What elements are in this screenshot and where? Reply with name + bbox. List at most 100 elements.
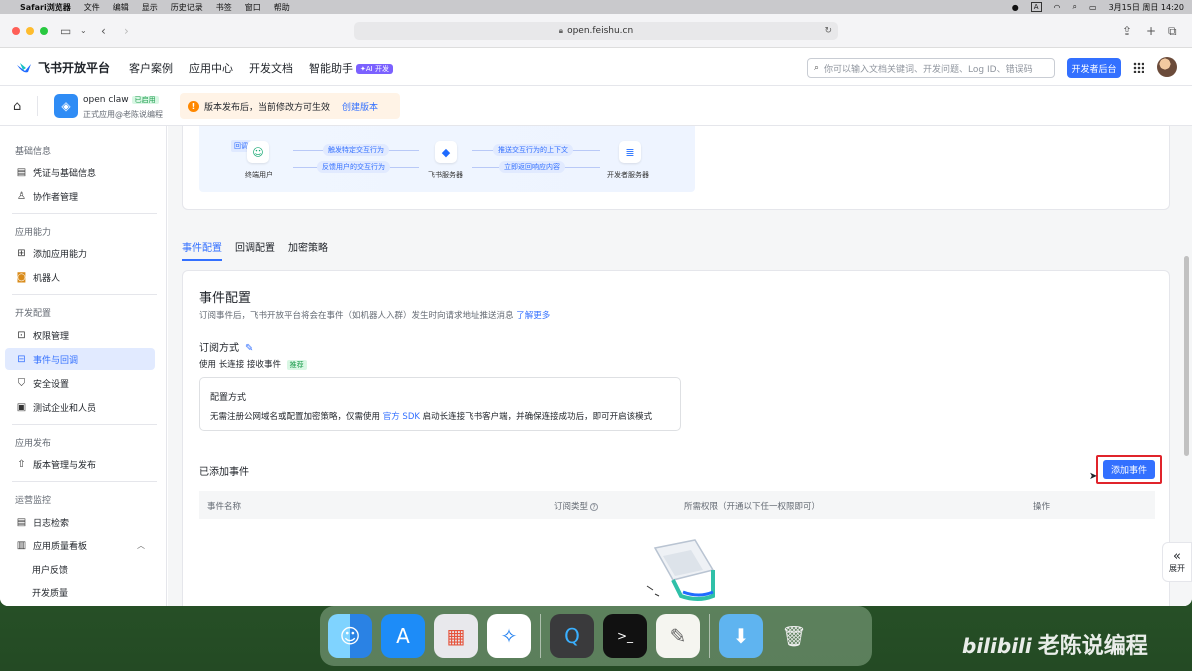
avatar[interactable] (1157, 57, 1177, 77)
sdk-link[interactable]: 官方 SDK (383, 412, 420, 422)
upload-icon: ⇧ (17, 458, 26, 470)
reload-icon[interactable]: ↻ (824, 26, 832, 36)
tab-encryption[interactable]: 加密策略 (288, 239, 328, 261)
menu-bookmarks[interactable]: 书签 (216, 2, 232, 13)
highlight-box: 添加事件 (1096, 455, 1162, 484)
tab-callback-config[interactable]: 回调配置 (235, 239, 275, 261)
sidebar-item-permissions[interactable]: ⊡ 权限管理 (5, 324, 155, 346)
trash-icon[interactable]: 🗑︎ (772, 614, 816, 658)
terminal-icon[interactable]: >_ (603, 614, 647, 658)
sidebar-divider (12, 213, 157, 214)
new-tab-icon[interactable]: + (1146, 24, 1156, 38)
textedit-icon[interactable]: ✎ (656, 614, 700, 658)
address-bar[interactable]: 🔒︎ open.feishu.cn ↻ (354, 22, 838, 40)
nav-docs[interactable]: 开发文档 (249, 60, 293, 76)
node-feishu-server: 飞书服务器 (428, 171, 463, 179)
edit-icon[interactable]: ✎ (245, 343, 253, 354)
spotlight-icon[interactable]: ⌕ (1073, 2, 1077, 12)
menubar-clock[interactable]: 3月15日 周日 14:20 (1109, 2, 1184, 13)
learn-more-link[interactable]: 了解更多 (516, 311, 550, 321)
menu-file[interactable]: 文件 (84, 2, 100, 13)
sidebar-item-label: 日志检索 (33, 518, 70, 529)
menu-view[interactable]: 显示 (142, 2, 158, 13)
close-window-button[interactable] (12, 27, 20, 35)
sidebar-item-quality[interactable]: ▥ 应用质量看板 ︿ (5, 534, 155, 556)
home-icon[interactable]: ⌂ (13, 99, 21, 114)
brand-logo[interactable]: 飞书开放平台 (16, 59, 110, 76)
menu-edit[interactable]: 编辑 (113, 2, 129, 13)
added-events-title: 已添加事件 (199, 467, 249, 478)
create-version-link[interactable]: 创建版本 (342, 100, 378, 113)
sidebar-item-logs[interactable]: ▤ 日志检索 (5, 511, 155, 533)
empty-state-icon (646, 539, 715, 601)
sidebar-item-test[interactable]: ▣ 测试企业和人员 (5, 396, 155, 418)
dock-divider (540, 614, 541, 658)
menu-history[interactable]: 历史记录 (171, 2, 203, 13)
sidebar-item-versions[interactable]: ⇧ 版本管理与发布 (5, 453, 155, 475)
bilibili-watermark: bilibili 老陈说编程 (962, 628, 1148, 660)
use-prefix: 使用 (199, 360, 217, 370)
mode-desc-b: 启动长连接飞书客户端，并确保连接成功后，即可开启该模式 (422, 412, 653, 422)
dev-server-icon: ≣ (619, 141, 641, 163)
nav-cases[interactable]: 客户案例 (129, 60, 173, 76)
warning-icon: ! (188, 100, 199, 112)
sidebar-item-credentials[interactable]: ▤ 凭证与基础信息 (5, 161, 155, 183)
tab-event-config[interactable]: 事件配置 (182, 239, 222, 261)
quicktime-icon[interactable]: Q (550, 614, 594, 658)
record-icon[interactable]: ● (1012, 3, 1019, 12)
app-store-icon[interactable]: A (381, 614, 425, 658)
nav-app-center[interactable]: 应用中心 (189, 60, 233, 76)
arrow-label: 立即返回响应内容 (499, 161, 565, 173)
doc-search-input[interactable]: ⌕ 你可以输入文档关键词、开发问题、Log ID、错误码 (807, 58, 1055, 78)
app-cube-icon[interactable]: ◈ (54, 94, 78, 118)
launchpad-icon[interactable]: ▦ (434, 614, 478, 658)
sidebar-item-label: 协作者管理 (33, 192, 79, 203)
sub-mode-value: 使用 长连接 接收事件 推荐 (199, 358, 307, 370)
page-scrollbar[interactable] (1184, 256, 1189, 456)
share-icon[interactable]: ⇪ (1122, 24, 1132, 38)
minimize-window-button[interactable] (26, 27, 34, 35)
watermark-text: 老陈说编程 (1037, 634, 1148, 659)
sidebar-item-feedback[interactable]: 用户反馈 (5, 558, 155, 580)
arrow-label: 反馈用户的交互行为 (317, 161, 390, 173)
brand-name: 飞书开放平台 (38, 61, 111, 75)
downloads-folder-icon[interactable]: ⬇ (719, 614, 763, 658)
sidebar-item-dev-quality[interactable]: 开发质量 (5, 581, 155, 603)
tab-overview-icon[interactable]: ⧉ (1168, 24, 1177, 39)
wifi-icon[interactable]: ◠ (1054, 3, 1061, 12)
menu-window[interactable]: 窗口 (245, 2, 261, 13)
sidebar-item-security[interactable]: ⛉ 安全设置 (5, 372, 155, 394)
control-center-icon[interactable]: ▭ (1089, 3, 1097, 12)
sidebar-item-bot[interactable]: ◙ 机器人 (5, 266, 155, 288)
nav-assistant[interactable]: 智能助手 ✦AI 开发 (309, 60, 393, 76)
expand-panel-button[interactable]: « 展开 (1162, 542, 1192, 582)
help-icon[interactable]: ? (590, 503, 599, 511)
section-desc-text: 订阅事件后，飞书开放平台将会在事件（如机器人入群）发生时向请求地址推送消息 (199, 311, 514, 321)
add-event-button[interactable]: 添加事件 (1103, 460, 1155, 479)
forward-icon[interactable]: › (124, 24, 129, 38)
sidebar-item-add-capability[interactable]: ⊞ 添加应用能力 (5, 242, 155, 264)
developer-console-button[interactable]: 开发者后台 (1067, 58, 1121, 78)
menu-help[interactable]: 帮助 (274, 2, 290, 13)
section-title: 事件配置 (199, 291, 252, 306)
events-table-header: 事件名称 订阅类型? 所需权限（开通以下任一权限即可） 操作 (199, 491, 1155, 519)
menu-app[interactable]: Safari浏览器 (20, 2, 71, 13)
sidebar-item-events[interactable]: ⊟ 事件与回调 (5, 348, 155, 370)
input-source-indicator[interactable]: A (1030, 2, 1042, 12)
app-subtitle: 正式应用@老陈说编程 (83, 110, 163, 119)
address-text: open.feishu.cn (567, 26, 634, 36)
feishu-logo-icon (17, 62, 31, 72)
sidebar-toggle-icon[interactable]: ▭ (60, 24, 71, 38)
safari-icon[interactable]: ✧ (487, 614, 531, 658)
finder-icon[interactable]: ☺ (328, 614, 372, 658)
back-icon[interactable]: ‹ (101, 24, 106, 38)
search-placeholder: 你可以输入文档关键词、开发问题、Log ID、错误码 (824, 64, 1033, 75)
zoom-window-button[interactable] (40, 27, 48, 35)
sidebar-item-label: 版本管理与发布 (33, 460, 97, 471)
apps-grid-icon[interactable] (1133, 62, 1144, 73)
chevron-down-icon[interactable]: ⌄ (80, 26, 87, 35)
config-tabs: 事件配置 回调配置 加密策略 (182, 239, 328, 261)
app-name-row: open claw 已启用 (83, 95, 159, 105)
sidebar-section-basic: 基础信息 (15, 147, 52, 157)
sidebar-item-collaborators[interactable]: ♙ 协作者管理 (5, 185, 155, 207)
